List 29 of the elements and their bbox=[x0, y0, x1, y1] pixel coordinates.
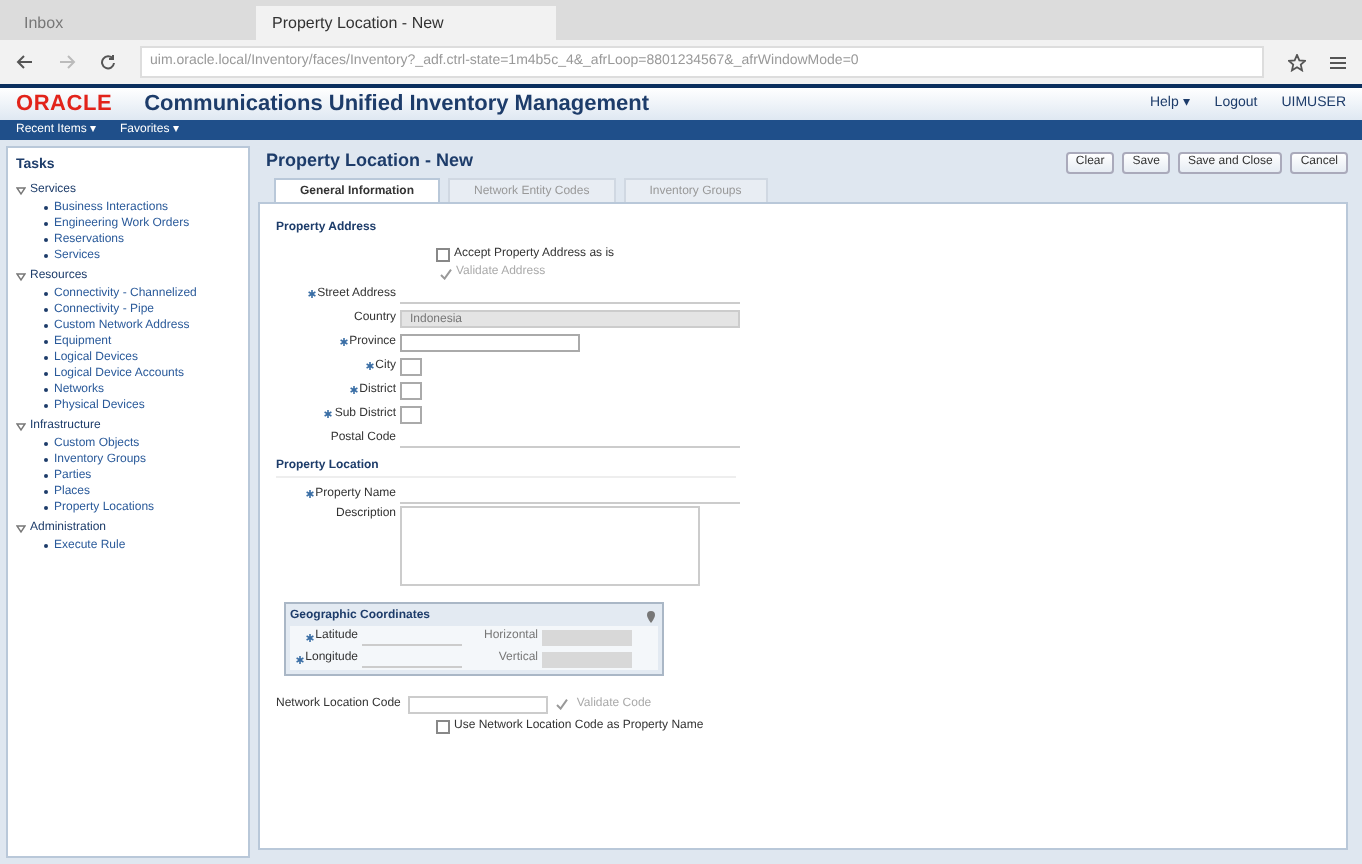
required-icon bbox=[305, 490, 314, 498]
checkbox[interactable] bbox=[436, 719, 450, 733]
input-field[interactable] bbox=[400, 381, 422, 399]
check-icon bbox=[440, 267, 452, 279]
forward-icon[interactable] bbox=[58, 54, 76, 70]
required-icon bbox=[295, 655, 304, 663]
province-dropdown[interactable] bbox=[400, 333, 580, 351]
app-title: Communications Unified Inventory Management bbox=[144, 89, 650, 120]
input-field[interactable] bbox=[408, 695, 549, 713]
input-field[interactable] bbox=[400, 357, 422, 375]
collapse-icon[interactable] bbox=[16, 185, 26, 195]
menu-icon[interactable] bbox=[1330, 55, 1346, 69]
star-icon[interactable] bbox=[1288, 53, 1306, 71]
oracle-logo: ORACLE bbox=[16, 89, 113, 120]
collapse-icon[interactable] bbox=[16, 523, 26, 533]
check-icon bbox=[556, 698, 569, 710]
refresh-icon[interactable] bbox=[100, 54, 116, 70]
description-field[interactable] bbox=[400, 506, 700, 586]
pin-icon[interactable] bbox=[644, 610, 658, 624]
back-icon[interactable] bbox=[16, 54, 34, 70]
collapse-icon[interactable] bbox=[16, 421, 26, 431]
page-title: Property Location - New bbox=[266, 148, 474, 175]
browser-tab[interactable]: Property Location - New bbox=[256, 6, 556, 40]
collapse-icon[interactable] bbox=[16, 271, 26, 281]
readonly-field bbox=[542, 651, 632, 667]
readonly-field bbox=[542, 629, 632, 645]
input-field[interactable] bbox=[400, 405, 422, 423]
checkbox[interactable] bbox=[436, 248, 450, 262]
required-icon bbox=[305, 633, 314, 641]
